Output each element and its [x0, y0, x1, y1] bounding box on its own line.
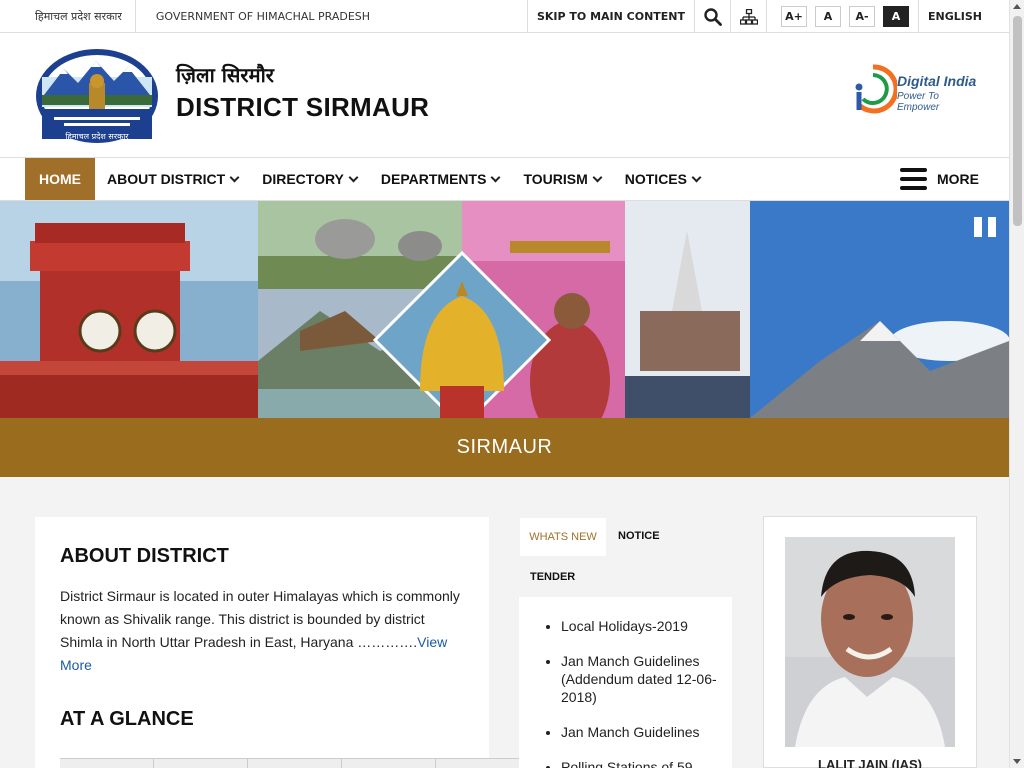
more-menu-button[interactable]: MORE [900, 158, 979, 200]
nav-tourism[interactable]: TOURISM [511, 158, 612, 200]
nav-about-district[interactable]: ABOUT DISTRICT [95, 158, 250, 200]
page-scrollbar[interactable] [1009, 0, 1024, 768]
scroll-up-arrow-icon[interactable] [1013, 4, 1021, 9]
news-item[interactable]: Jan Manch Guidelines (Addendum dated 12-… [561, 652, 732, 706]
chevron-down-icon [229, 172, 240, 182]
chevron-down-icon [348, 172, 359, 182]
about-body: District Sirmaur is located in outer Him… [60, 588, 460, 650]
nav-home-label: HOME [39, 171, 81, 187]
about-heading: ABOUT DISTRICT [60, 545, 229, 567]
emblem-caption: हिमाचल प्रदेश सरकार [65, 131, 129, 141]
nav-departments-label: DEPARTMENTS [380, 171, 487, 187]
news-list: Local Holidays-2019 Jan Manch Guidelines… [519, 597, 732, 768]
tab-whats-new[interactable]: WHATS NEW [520, 518, 606, 556]
news-item[interactable]: Local Holidays-2019 [561, 617, 732, 635]
language-switcher[interactable]: ENGLISH [918, 0, 1009, 33]
news-item[interactable]: Jan Manch Guidelines [561, 723, 732, 741]
slider-pause-button[interactable] [974, 217, 996, 237]
site-title[interactable]: DISTRICT SIRMAUR [176, 92, 429, 123]
hamburger-icon [900, 168, 927, 190]
digital-india-text: Digital India [897, 73, 977, 89]
chevron-down-icon [592, 172, 603, 182]
hero-slider: SIRMAUR [0, 201, 1009, 477]
government-links: हिमाचल प्रदेश सरकार GOVERNMENT OF HIMACH… [22, 0, 370, 33]
gov-link[interactable]: GOVERNMENT OF HIMACHAL PRADESH [136, 10, 370, 23]
banner-caption: SIRMAUR [0, 418, 1009, 477]
nav-items: HOME ABOUT DISTRICT DIRECTORY DEPARTMENT… [25, 158, 712, 200]
news-item[interactable]: Polling Stations of 59 [561, 758, 732, 768]
top-utility-bar: हिमाचल प्रदेश सरकार GOVERNMENT OF HIMACH… [0, 0, 1009, 33]
more-label: MORE [937, 171, 979, 187]
hindi-gov-link[interactable]: हिमाचल प्रदेश सरकार [22, 0, 136, 33]
tab-tender[interactable]: TENDER [530, 571, 575, 583]
search-button[interactable] [694, 0, 730, 33]
scrollbar-thumb[interactable] [1013, 16, 1022, 226]
digital-india-logo[interactable]: Digital India Power To Empower [851, 61, 981, 117]
digital-india-icon [855, 64, 897, 114]
news-panel: WHATS NEW NOTICE TENDER Local Holidays-2… [519, 517, 732, 768]
font-size-controls: A+ A A- A [766, 0, 918, 33]
high-contrast-button[interactable]: A [883, 6, 910, 27]
font-normal-button[interactable]: A [815, 6, 842, 27]
nav-about-label: ABOUT DISTRICT [107, 171, 226, 187]
main-navigation: HOME ABOUT DISTRICT DIRECTORY DEPARTMENT… [0, 157, 1009, 201]
accessibility-tools: SKIP TO MAIN CONTENT A+ A A- A ENGLISH [526, 0, 1009, 33]
profile-name[interactable]: LALIT JAIN (IAS) [764, 757, 976, 768]
deputy-commissioner-profile: LALIT JAIN (IAS) [763, 516, 977, 768]
pause-icon-bar [988, 217, 996, 237]
at-a-glance-table [60, 758, 530, 768]
himachal-emblem-logo[interactable]: हिमाचल प्रदेश सरकार [34, 47, 160, 145]
chevron-down-icon [490, 172, 501, 182]
digital-india-tagline: Power To Empower [897, 91, 940, 113]
pause-icon-bar [974, 217, 982, 237]
nav-home[interactable]: HOME [25, 158, 95, 200]
site-header: हिमाचल प्रदेश सरकार ज़िला सिरमौर DISTRIC… [0, 33, 1009, 157]
search-icon [703, 7, 722, 26]
nav-directory-label: DIRECTORY [262, 171, 344, 187]
nav-tourism-label: TOURISM [523, 171, 588, 187]
chevron-down-icon [691, 172, 702, 182]
font-increase-button[interactable]: A+ [781, 6, 808, 27]
about-text: District Sirmaur is located in outer Him… [60, 585, 470, 677]
profile-photo [785, 537, 955, 747]
sitemap-icon [739, 8, 758, 25]
sitemap-button[interactable] [730, 0, 766, 33]
at-a-glance-heading: AT A GLANCE [60, 708, 194, 730]
font-decrease-button[interactable]: A- [849, 6, 876, 27]
nav-directory[interactable]: DIRECTORY [250, 158, 369, 200]
scroll-down-arrow-icon[interactable] [1013, 759, 1021, 764]
nav-departments[interactable]: DEPARTMENTS [369, 158, 512, 200]
about-district-section: ABOUT DISTRICT District Sirmaur is locat… [35, 517, 530, 768]
skip-to-main-content-link[interactable]: SKIP TO MAIN CONTENT [526, 0, 694, 33]
nav-notices-label: NOTICES [624, 171, 687, 187]
site-title-hindi: ज़िला सिरमौर [176, 63, 274, 87]
news-tabs: WHATS NEW NOTICE TENDER [519, 517, 732, 597]
tab-notice[interactable]: NOTICE [618, 530, 660, 542]
nav-notices[interactable]: NOTICES [613, 158, 712, 200]
